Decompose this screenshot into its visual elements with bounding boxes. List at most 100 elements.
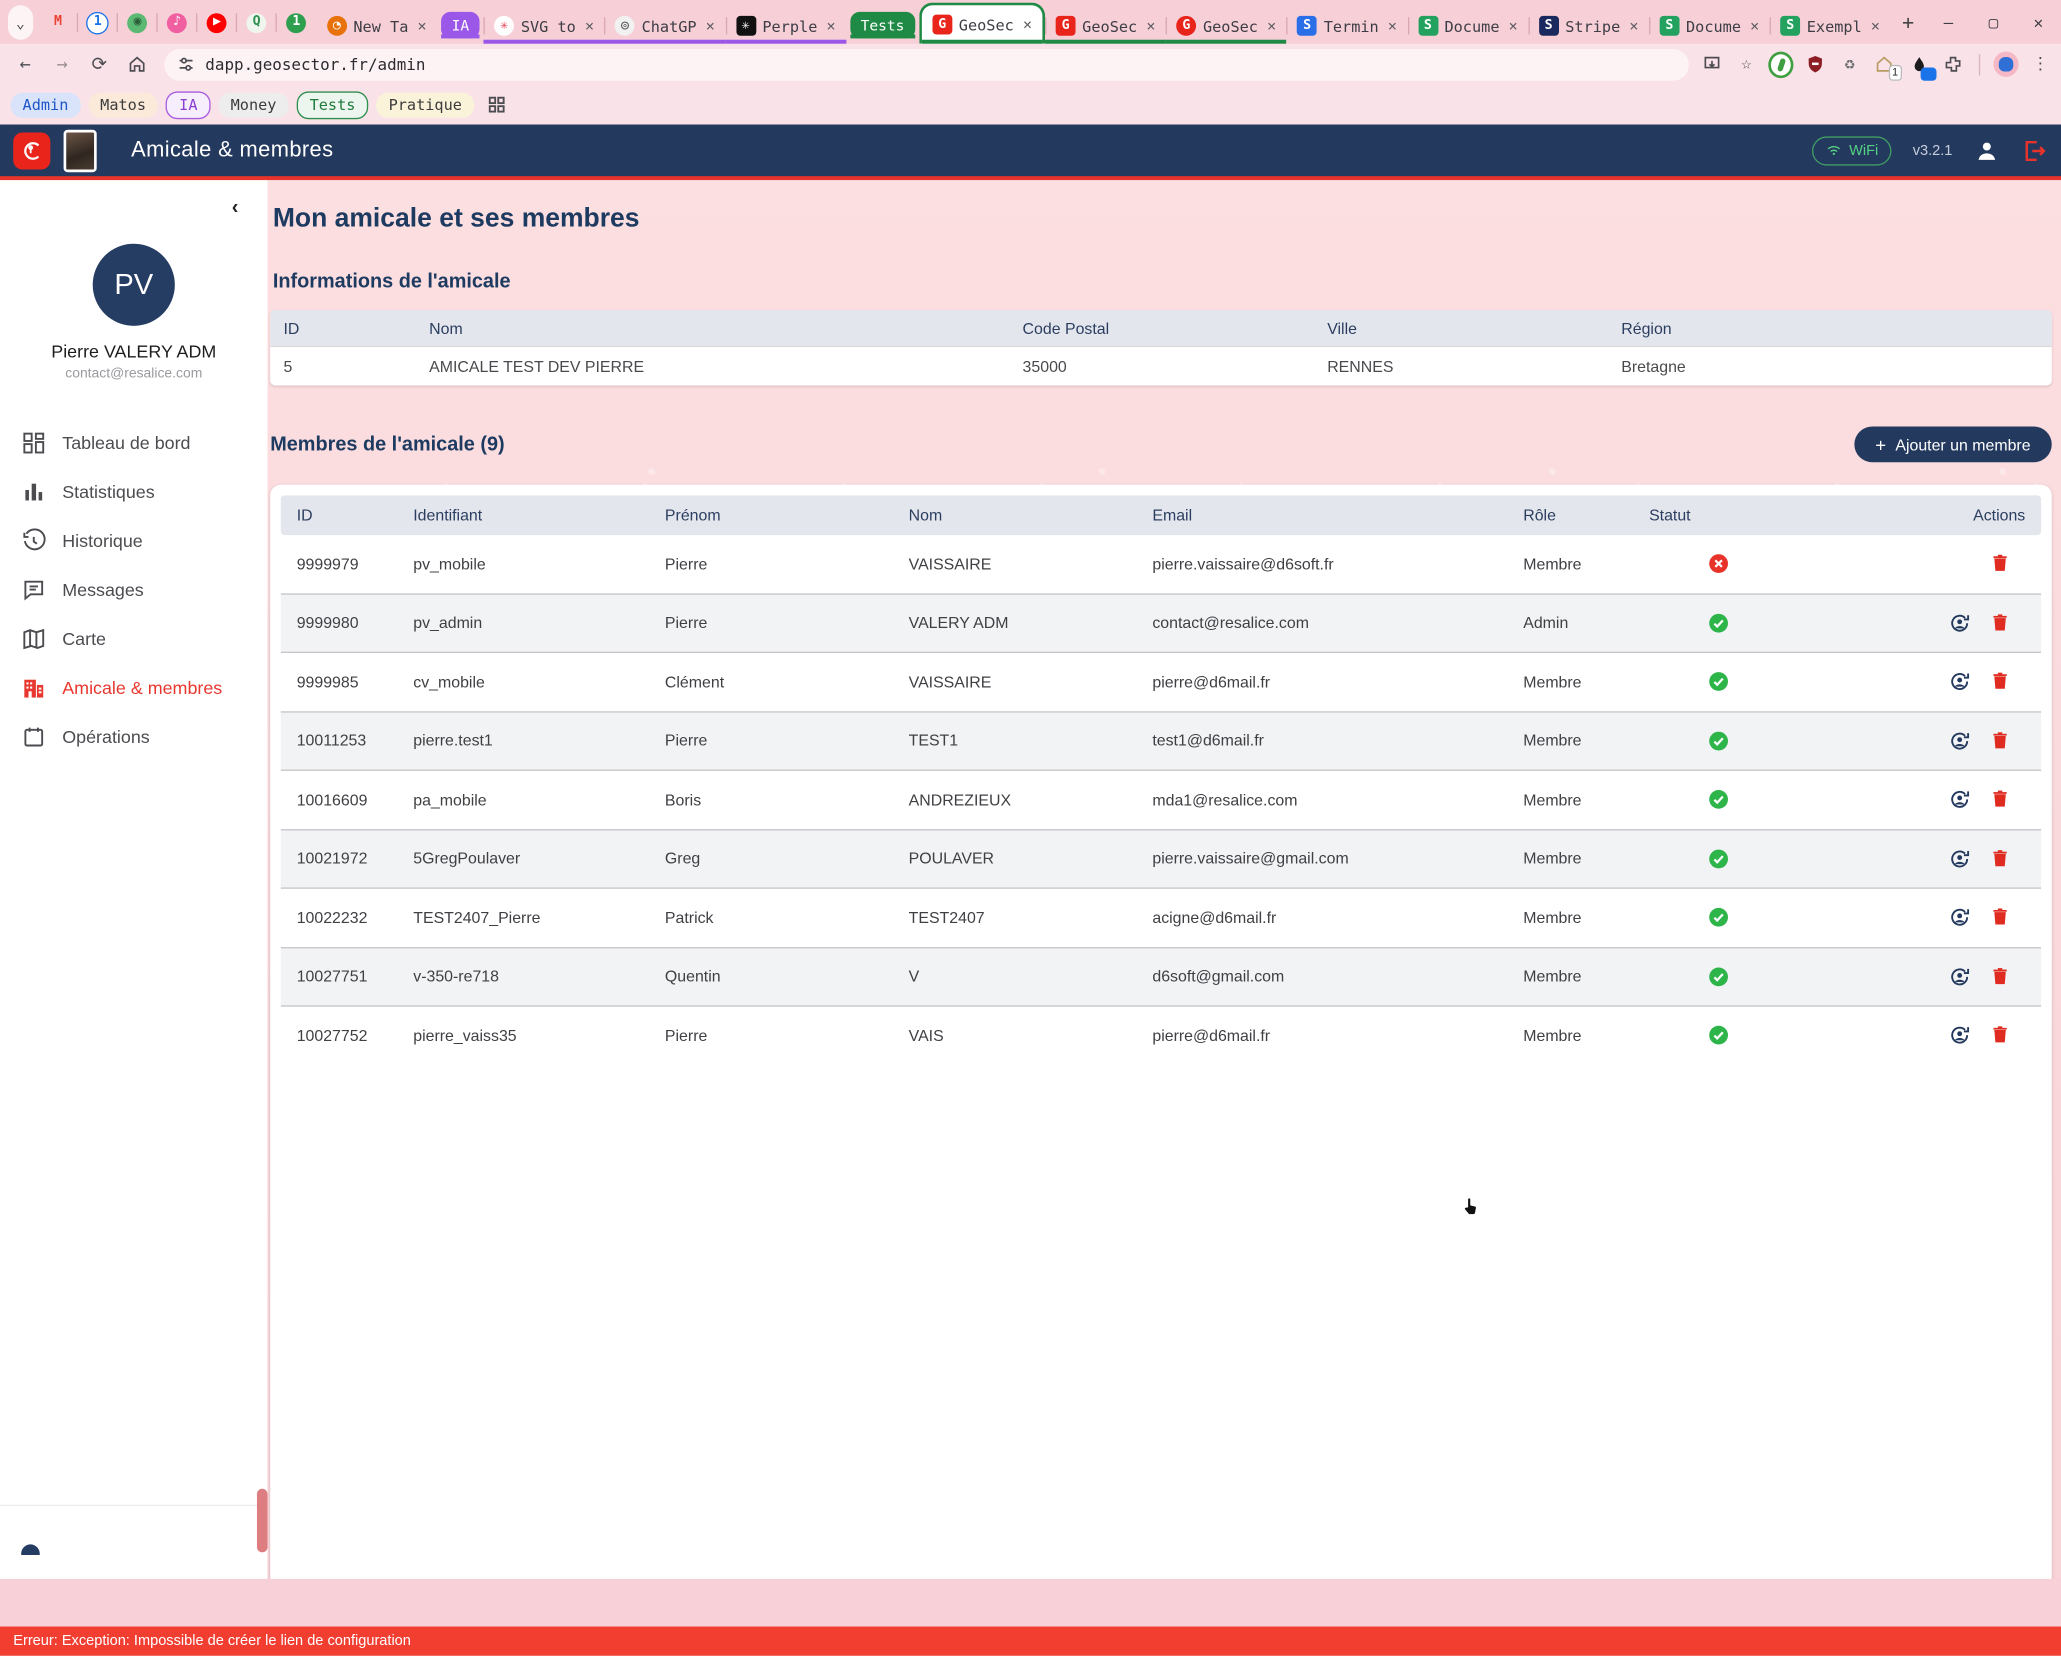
forward-button[interactable]: → [45,47,79,81]
url-bar[interactable]: dapp.geosector.fr/admin [164,48,1689,80]
delete-member-icon[interactable] [1989,1024,2012,1047]
delete-member-icon[interactable] [1989,671,2012,694]
extension-dropper-icon[interactable] [1906,52,1931,77]
extension-shield-icon[interactable] [1803,52,1828,77]
browser-tab[interactable]: SStripe✕ [1528,8,1649,44]
tab-close-icon[interactable]: ✕ [1385,17,1399,34]
pinned-tab[interactable]: M [38,5,78,39]
cell-id: 10027751 [297,967,414,986]
bookmark-star-icon[interactable]: ☆ [1734,52,1759,77]
sidebar-collapse-button[interactable]: ‹ [232,196,239,219]
bookmark-apps-grid-icon[interactable] [487,95,506,114]
column-header: Email [1152,506,1523,525]
tab-group-pill-tests[interactable]: Tests [850,12,915,38]
cell-identifiant: pa_mobile [413,790,665,809]
cell-statut [1649,729,1848,752]
sidebar-item-tableau-de-bord[interactable]: Tableau de bord [0,419,268,468]
sidebar-item-amicale-membres[interactable]: Amicale & membres [0,664,268,713]
delete-member-icon[interactable] [1989,965,2012,988]
bookmark-pratique[interactable]: Pratique [377,92,474,117]
pinned-tab[interactable]: 1 [78,5,118,39]
extension-grammar-icon[interactable] [1768,52,1793,77]
home-button[interactable] [119,47,153,81]
tab-close-icon[interactable]: ✕ [582,17,596,34]
impersonate-icon[interactable] [1948,788,1971,811]
sidebar-scrollbar-thumb[interactable] [257,1489,268,1553]
tab-close-icon[interactable]: ✕ [703,17,717,34]
sidebar-item-op-rations[interactable]: Opérations [0,713,268,762]
error-toast: Erreur: Exception: Impossible de créer l… [0,1627,2061,1656]
tab-close-icon[interactable]: ✕ [1506,17,1520,34]
tab-favicon: G [932,15,952,35]
pinned-tab[interactable]: ♪ [157,5,197,39]
tab-search-button[interactable]: ⌄ [8,5,33,39]
tab-group-pill-ia[interactable]: IA [441,12,480,38]
sidebar-item-historique[interactable]: Historique [0,517,268,566]
window-minimize-button[interactable]: – [1926,13,1971,32]
browser-tab[interactable]: SExempl✕ [1770,8,1891,44]
tab-close-icon[interactable]: ✕ [415,17,429,34]
browser-tab[interactable]: GGeoSec✕ [919,3,1045,44]
sidebar-divider [0,1505,257,1506]
bookmark-money[interactable]: Money [219,92,289,117]
sidebar-item-statistiques[interactable]: Statistiques [0,468,268,517]
bookmark-matos[interactable]: Matos [88,92,158,117]
bookmark-admin[interactable]: Admin [11,92,81,117]
browser-tab[interactable]: SDocume✕ [1407,8,1528,44]
browser-tab[interactable]: SDocume✕ [1649,8,1770,44]
impersonate-icon[interactable] [1948,965,1971,988]
pinned-tab[interactable]: ◉ [118,5,158,39]
column-header: Rôle [1523,506,1649,525]
user-account-icon[interactable] [1974,137,2000,163]
reload-button[interactable]: ⟳ [82,47,116,81]
impersonate-icon[interactable] [1948,671,1971,694]
pinned-tab[interactable]: ▶ [197,5,237,39]
pinned-tab[interactable]: Q [237,5,277,39]
delete-member-icon[interactable] [1989,847,2012,870]
browser-tab[interactable]: ◔New Ta✕ [316,8,437,44]
browser-tab[interactable]: GGeoSec✕ [1045,8,1166,44]
tab-favicon: S [1539,16,1559,36]
bookmark-ia[interactable]: IA [166,91,211,119]
delete-member-icon[interactable] [1989,729,2012,752]
pinned-tab[interactable]: 1 [277,5,317,39]
extension-home-icon[interactable]: 1 [1872,52,1897,77]
browser-tab[interactable]: ✳SVG to✕ [484,8,605,44]
chevron-down-icon: ⌄ [16,14,25,31]
back-button[interactable]: ← [8,47,42,81]
window-close-button[interactable]: ✕ [2016,13,2061,32]
tab-close-icon[interactable]: ✕ [1748,17,1762,34]
browser-tab[interactable]: ◎ChatGP✕ [604,8,725,44]
delete-member-icon[interactable] [1989,553,2012,576]
delete-member-icon[interactable] [1989,788,2012,811]
browser-tab[interactable]: ✳Perple✕ [725,8,846,44]
browser-menu-icon[interactable]: ⋮ [2028,52,2053,77]
tab-close-icon[interactable]: ✕ [1265,17,1279,34]
browser-tab[interactable]: STermin✕ [1287,8,1408,44]
extension-recycle-icon[interactable]: ♻ [1837,52,1862,77]
tab-favicon: S [1418,16,1438,36]
bookmark-tests[interactable]: Tests [296,91,368,119]
tab-close-icon[interactable]: ✕ [1868,17,1882,34]
profile-avatar[interactable] [1993,52,2018,77]
sidebar-item-messages[interactable]: Messages [0,566,268,615]
impersonate-icon[interactable] [1948,1024,1971,1047]
tab-close-icon[interactable]: ✕ [824,17,838,34]
logout-icon[interactable] [2021,137,2047,163]
window-maximize-button[interactable]: ▢ [1971,13,2016,32]
tab-close-icon[interactable]: ✕ [1627,17,1641,34]
impersonate-icon[interactable] [1948,906,1971,929]
tab-close-icon[interactable]: ✕ [1020,16,1034,33]
impersonate-icon[interactable] [1948,612,1971,635]
browser-tab[interactable]: GGeoSec✕ [1166,8,1287,44]
extensions-puzzle-icon[interactable] [1940,52,1965,77]
impersonate-icon[interactable] [1948,729,1971,752]
new-tab-button[interactable]: + [1896,5,1921,39]
delete-member-icon[interactable] [1989,612,2012,635]
add-member-button[interactable]: + Ajouter un membre [1854,427,2052,463]
install-app-icon[interactable] [1699,52,1724,77]
delete-member-icon[interactable] [1989,906,2012,929]
impersonate-icon[interactable] [1948,847,1971,870]
sidebar-item-carte[interactable]: Carte [0,615,268,664]
tab-close-icon[interactable]: ✕ [1144,17,1158,34]
